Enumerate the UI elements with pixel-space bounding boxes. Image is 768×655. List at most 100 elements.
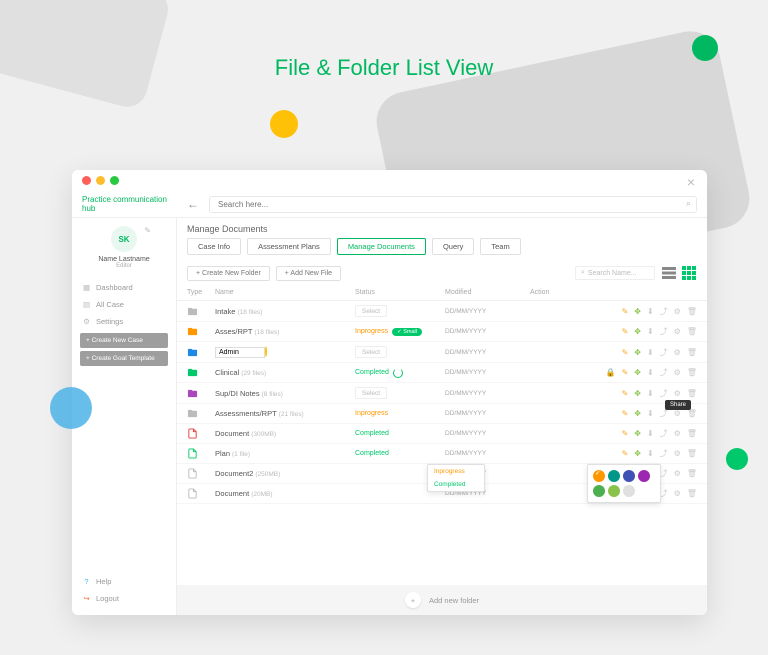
move-icon[interactable]: ✥ (634, 368, 641, 377)
add-folder-footer[interactable]: + Add new folder (177, 585, 707, 615)
row-name[interactable]: Document2(250MB) (215, 469, 355, 478)
trash-icon[interactable]: 🗑 (687, 348, 697, 357)
color-palette-popover[interactable] (587, 464, 661, 503)
row-name[interactable]: Clinical(29 files) (215, 368, 355, 377)
move-icon[interactable]: ✥ (634, 327, 641, 336)
grid-view-icon[interactable] (681, 265, 697, 281)
pen-icon[interactable]: ✎ (622, 449, 629, 458)
row-name[interactable]: Intake(18 files) (215, 307, 355, 316)
download-icon[interactable]: ⬇ (647, 409, 654, 418)
row-name[interactable]: Plan(1 file) (215, 449, 355, 458)
lock-icon[interactable]: 🔒 (606, 368, 616, 377)
nav-item[interactable]: ↪Logout (82, 590, 166, 607)
gear-icon[interactable]: ⚙ (674, 368, 681, 377)
pen-icon[interactable]: ✎ (622, 368, 629, 377)
share-icon[interactable]: ⤴ (660, 388, 668, 399)
nav-item[interactable]: ⚙Settings (82, 313, 166, 330)
download-icon[interactable]: ⬇ (647, 449, 654, 458)
tab[interactable]: Case Info (187, 238, 241, 255)
gear-icon[interactable]: ⚙ (674, 348, 681, 357)
tab[interactable]: Query (432, 238, 474, 255)
move-icon[interactable]: ✥ (634, 409, 641, 418)
back-button[interactable]: ← (187, 197, 199, 211)
gear-icon[interactable]: ⚙ (674, 429, 681, 438)
trash-icon[interactable]: 🗑 (687, 327, 697, 336)
trash-icon[interactable]: 🗑 (687, 307, 697, 316)
close-icon[interactable]: × (687, 174, 695, 190)
move-icon[interactable]: ✥ (634, 389, 641, 398)
download-icon[interactable]: ⬇ (647, 307, 654, 316)
name-search[interactable]: ⌕Search Name... (575, 266, 655, 280)
share-icon[interactable]: ⤴ (660, 347, 668, 358)
pen-icon[interactable]: ✎ (622, 348, 629, 357)
gear-icon[interactable]: ⚙ (674, 389, 681, 398)
nav-item[interactable]: ▦Dashboard (82, 279, 166, 296)
tab[interactable]: Assessment Plans (247, 238, 331, 255)
row-name[interactable] (215, 347, 355, 358)
gear-icon[interactable]: ⚙ (674, 307, 681, 316)
download-icon[interactable]: ⬇ (647, 368, 654, 377)
list-view-icon[interactable] (661, 265, 677, 281)
move-icon[interactable]: ✥ (634, 348, 641, 357)
color-swatch[interactable] (593, 485, 605, 497)
sidebar-action-button[interactable]: + Create Goal Template (80, 351, 168, 366)
gear-icon[interactable]: ⚙ (674, 469, 681, 478)
tab[interactable]: Team (480, 238, 520, 255)
trash-icon[interactable]: 🗑 (687, 368, 697, 377)
rename-input[interactable] (215, 347, 265, 358)
trash-icon[interactable]: 🗑 (687, 389, 697, 398)
trash-icon[interactable]: 🗑 (687, 449, 697, 458)
row-name[interactable]: Assessments/RPT(21 files) (215, 409, 355, 418)
share-icon[interactable]: ⤴ (660, 326, 668, 337)
move-icon[interactable]: ✥ (634, 307, 641, 316)
trash-icon[interactable]: 🗑 (687, 469, 697, 478)
avatar[interactable]: SK (111, 226, 137, 252)
tab[interactable]: Manage Documents (337, 238, 426, 255)
row-name[interactable]: Document(300MB) (215, 429, 355, 438)
search-input[interactable] (209, 196, 697, 213)
pen-icon[interactable]: ✎ (622, 389, 629, 398)
color-swatch[interactable] (608, 485, 620, 497)
status-dropdown[interactable]: Inprogress Completed (427, 464, 485, 492)
share-icon[interactable]: ⤴ (660, 306, 668, 317)
color-swatch[interactable] (608, 470, 620, 482)
create-folder-button[interactable]: + Create New Folder (187, 266, 270, 281)
download-icon[interactable]: ⬇ (647, 389, 654, 398)
status-select[interactable]: Select (355, 305, 387, 317)
add-file-button[interactable]: + Add New File (276, 266, 341, 281)
share-icon[interactable]: ⤴ (660, 428, 668, 439)
gear-icon[interactable]: ⚙ (674, 489, 681, 498)
download-icon[interactable]: ⬇ (647, 348, 654, 357)
gear-icon[interactable]: ⚙ (674, 449, 681, 458)
trash-icon[interactable]: 🗑 (687, 429, 697, 438)
edit-profile-icon[interactable]: ✎ (144, 226, 151, 235)
color-swatch[interactable] (623, 485, 635, 497)
status-select[interactable]: Select (355, 387, 387, 399)
nav-item[interactable]: ▤All Case (82, 296, 166, 313)
gear-icon[interactable]: ⚙ (674, 409, 681, 418)
nav-item[interactable]: ?Help (82, 573, 166, 590)
trash-icon[interactable]: 🗑 (687, 489, 697, 498)
row-name[interactable]: Asses/RPT(18 files) (215, 327, 355, 336)
move-icon[interactable]: ✥ (634, 429, 641, 438)
pen-icon[interactable]: ✎ (622, 429, 629, 438)
download-icon[interactable]: ⬇ (647, 327, 654, 336)
trash-icon[interactable]: 🗑 (687, 409, 697, 418)
share-icon[interactable]: ⤴ (660, 448, 668, 459)
share-icon[interactable]: ⤴ (660, 367, 668, 378)
color-swatch[interactable] (593, 470, 605, 482)
download-icon[interactable]: ⬇ (647, 429, 654, 438)
color-swatch[interactable] (623, 470, 635, 482)
gear-icon[interactable]: ⚙ (674, 327, 681, 336)
row-name[interactable]: Sup/DI Notes(8 files) (215, 389, 355, 398)
move-icon[interactable]: ✥ (634, 449, 641, 458)
pen-icon[interactable]: ✎ (622, 327, 629, 336)
row-name[interactable]: Document(20MB) (215, 489, 355, 498)
status-select[interactable]: Select (355, 346, 387, 358)
traffic-lights[interactable] (82, 176, 119, 185)
search-icon[interactable]: ⌕ (686, 198, 691, 209)
pen-icon[interactable]: ✎ (622, 409, 629, 418)
sidebar-action-button[interactable]: + Create New Case (80, 333, 168, 348)
color-swatch[interactable] (638, 470, 650, 482)
pen-icon[interactable]: ✎ (622, 307, 629, 316)
